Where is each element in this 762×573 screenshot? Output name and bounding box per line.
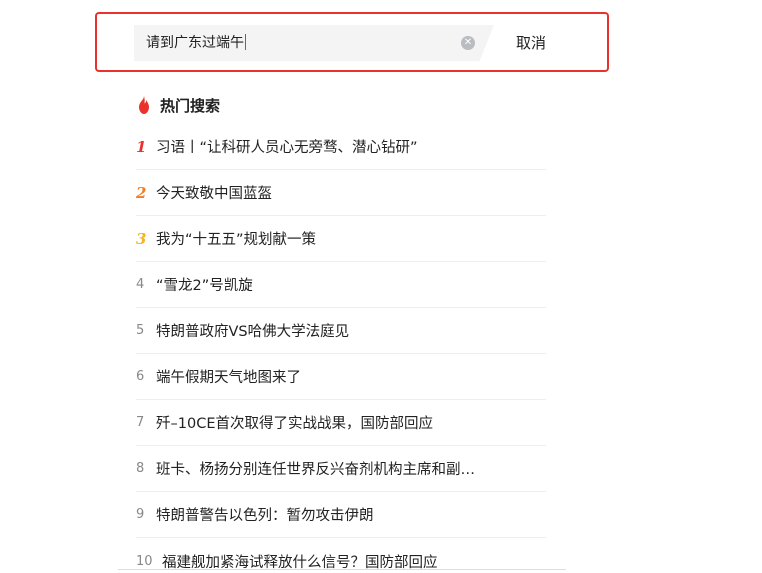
hot-search-item[interactable]: 9 特朗普警告以色列：暂勿攻击伊朗 xyxy=(136,492,546,538)
hot-search-text[interactable]: “雪龙2”号凯旋 xyxy=(156,274,253,295)
hot-search-item[interactable]: 5 特朗普政府VS哈佛大学法庭见 xyxy=(136,308,546,354)
hot-search-text[interactable]: 特朗普警告以色列：暂勿攻击伊朗 xyxy=(156,504,374,525)
hot-search-text[interactable]: 今天致敬中国蓝盔 xyxy=(156,182,272,203)
hot-search-item[interactable]: 8 班卡、杨扬分别连任世界反兴奋剂机构主席和副… xyxy=(136,446,546,492)
rank-number: 3 xyxy=(136,229,147,248)
hot-search-item[interactable]: 10 福建舰加紧海试释放什么信号？国防部回应 xyxy=(136,538,546,573)
search-page: 请到广东过端午 ✕ 取消 热门搜索 1 习语丨“让科研人员心无旁骛、潜心钻研” … xyxy=(0,0,762,573)
hot-search-item[interactable]: 4 “雪龙2”号凯旋 xyxy=(136,262,546,308)
rank-number: 9 xyxy=(136,507,145,522)
hot-search-text[interactable]: 习语丨“让科研人员心无旁骛、潜心钻研” xyxy=(156,136,418,157)
cancel-button[interactable]: 取消 xyxy=(516,33,546,53)
bottom-divider xyxy=(118,569,566,570)
hot-search-title: 热门搜索 xyxy=(160,96,221,115)
clear-icon[interactable]: ✕ xyxy=(461,36,475,50)
flame-icon xyxy=(139,96,149,114)
rank-number: 7 xyxy=(136,415,145,430)
hot-search-item[interactable]: 6 端午假期天气地图来了 xyxy=(136,354,546,400)
rank-number: 10 xyxy=(136,553,153,569)
rank-number: 4 xyxy=(136,277,145,292)
text-caret xyxy=(245,34,246,50)
hot-search-item[interactable]: 2 今天致敬中国蓝盔 xyxy=(136,170,546,216)
hot-search-item[interactable]: 1 习语丨“让科研人员心无旁骛、潜心钻研” xyxy=(136,124,546,170)
hot-search-item[interactable]: 7 歼–10CE首次取得了实战战果，国防部回应 xyxy=(136,400,546,446)
hot-search-text[interactable]: 班卡、杨扬分别连任世界反兴奋剂机构主席和副… xyxy=(156,458,475,479)
hot-search-header: 热门搜索 xyxy=(136,94,220,116)
hot-search-text[interactable]: 歼–10CE首次取得了实战战果，国防部回应 xyxy=(156,412,433,433)
rank-number: 8 xyxy=(136,461,145,476)
hot-search-text[interactable]: 特朗普政府VS哈佛大学法庭见 xyxy=(156,320,349,341)
rank-number: 5 xyxy=(136,323,145,338)
rank-number: 2 xyxy=(136,183,147,202)
hot-search-list: 1 习语丨“让科研人员心无旁骛、潜心钻研” 2 今天致敬中国蓝盔 3 我为“十五… xyxy=(136,124,546,573)
search-input[interactable]: 请到广东过端午 xyxy=(146,32,446,54)
hot-search-item[interactable]: 3 我为“十五五”规划献一策 xyxy=(136,216,546,262)
hot-search-text[interactable]: 我为“十五五”规划献一策 xyxy=(156,228,316,249)
rank-number: 1 xyxy=(136,137,147,156)
rank-number: 6 xyxy=(136,369,145,384)
hot-search-text[interactable]: 端午假期天气地图来了 xyxy=(156,366,301,387)
search-query-text[interactable]: 请到广东过端午 xyxy=(146,35,244,51)
